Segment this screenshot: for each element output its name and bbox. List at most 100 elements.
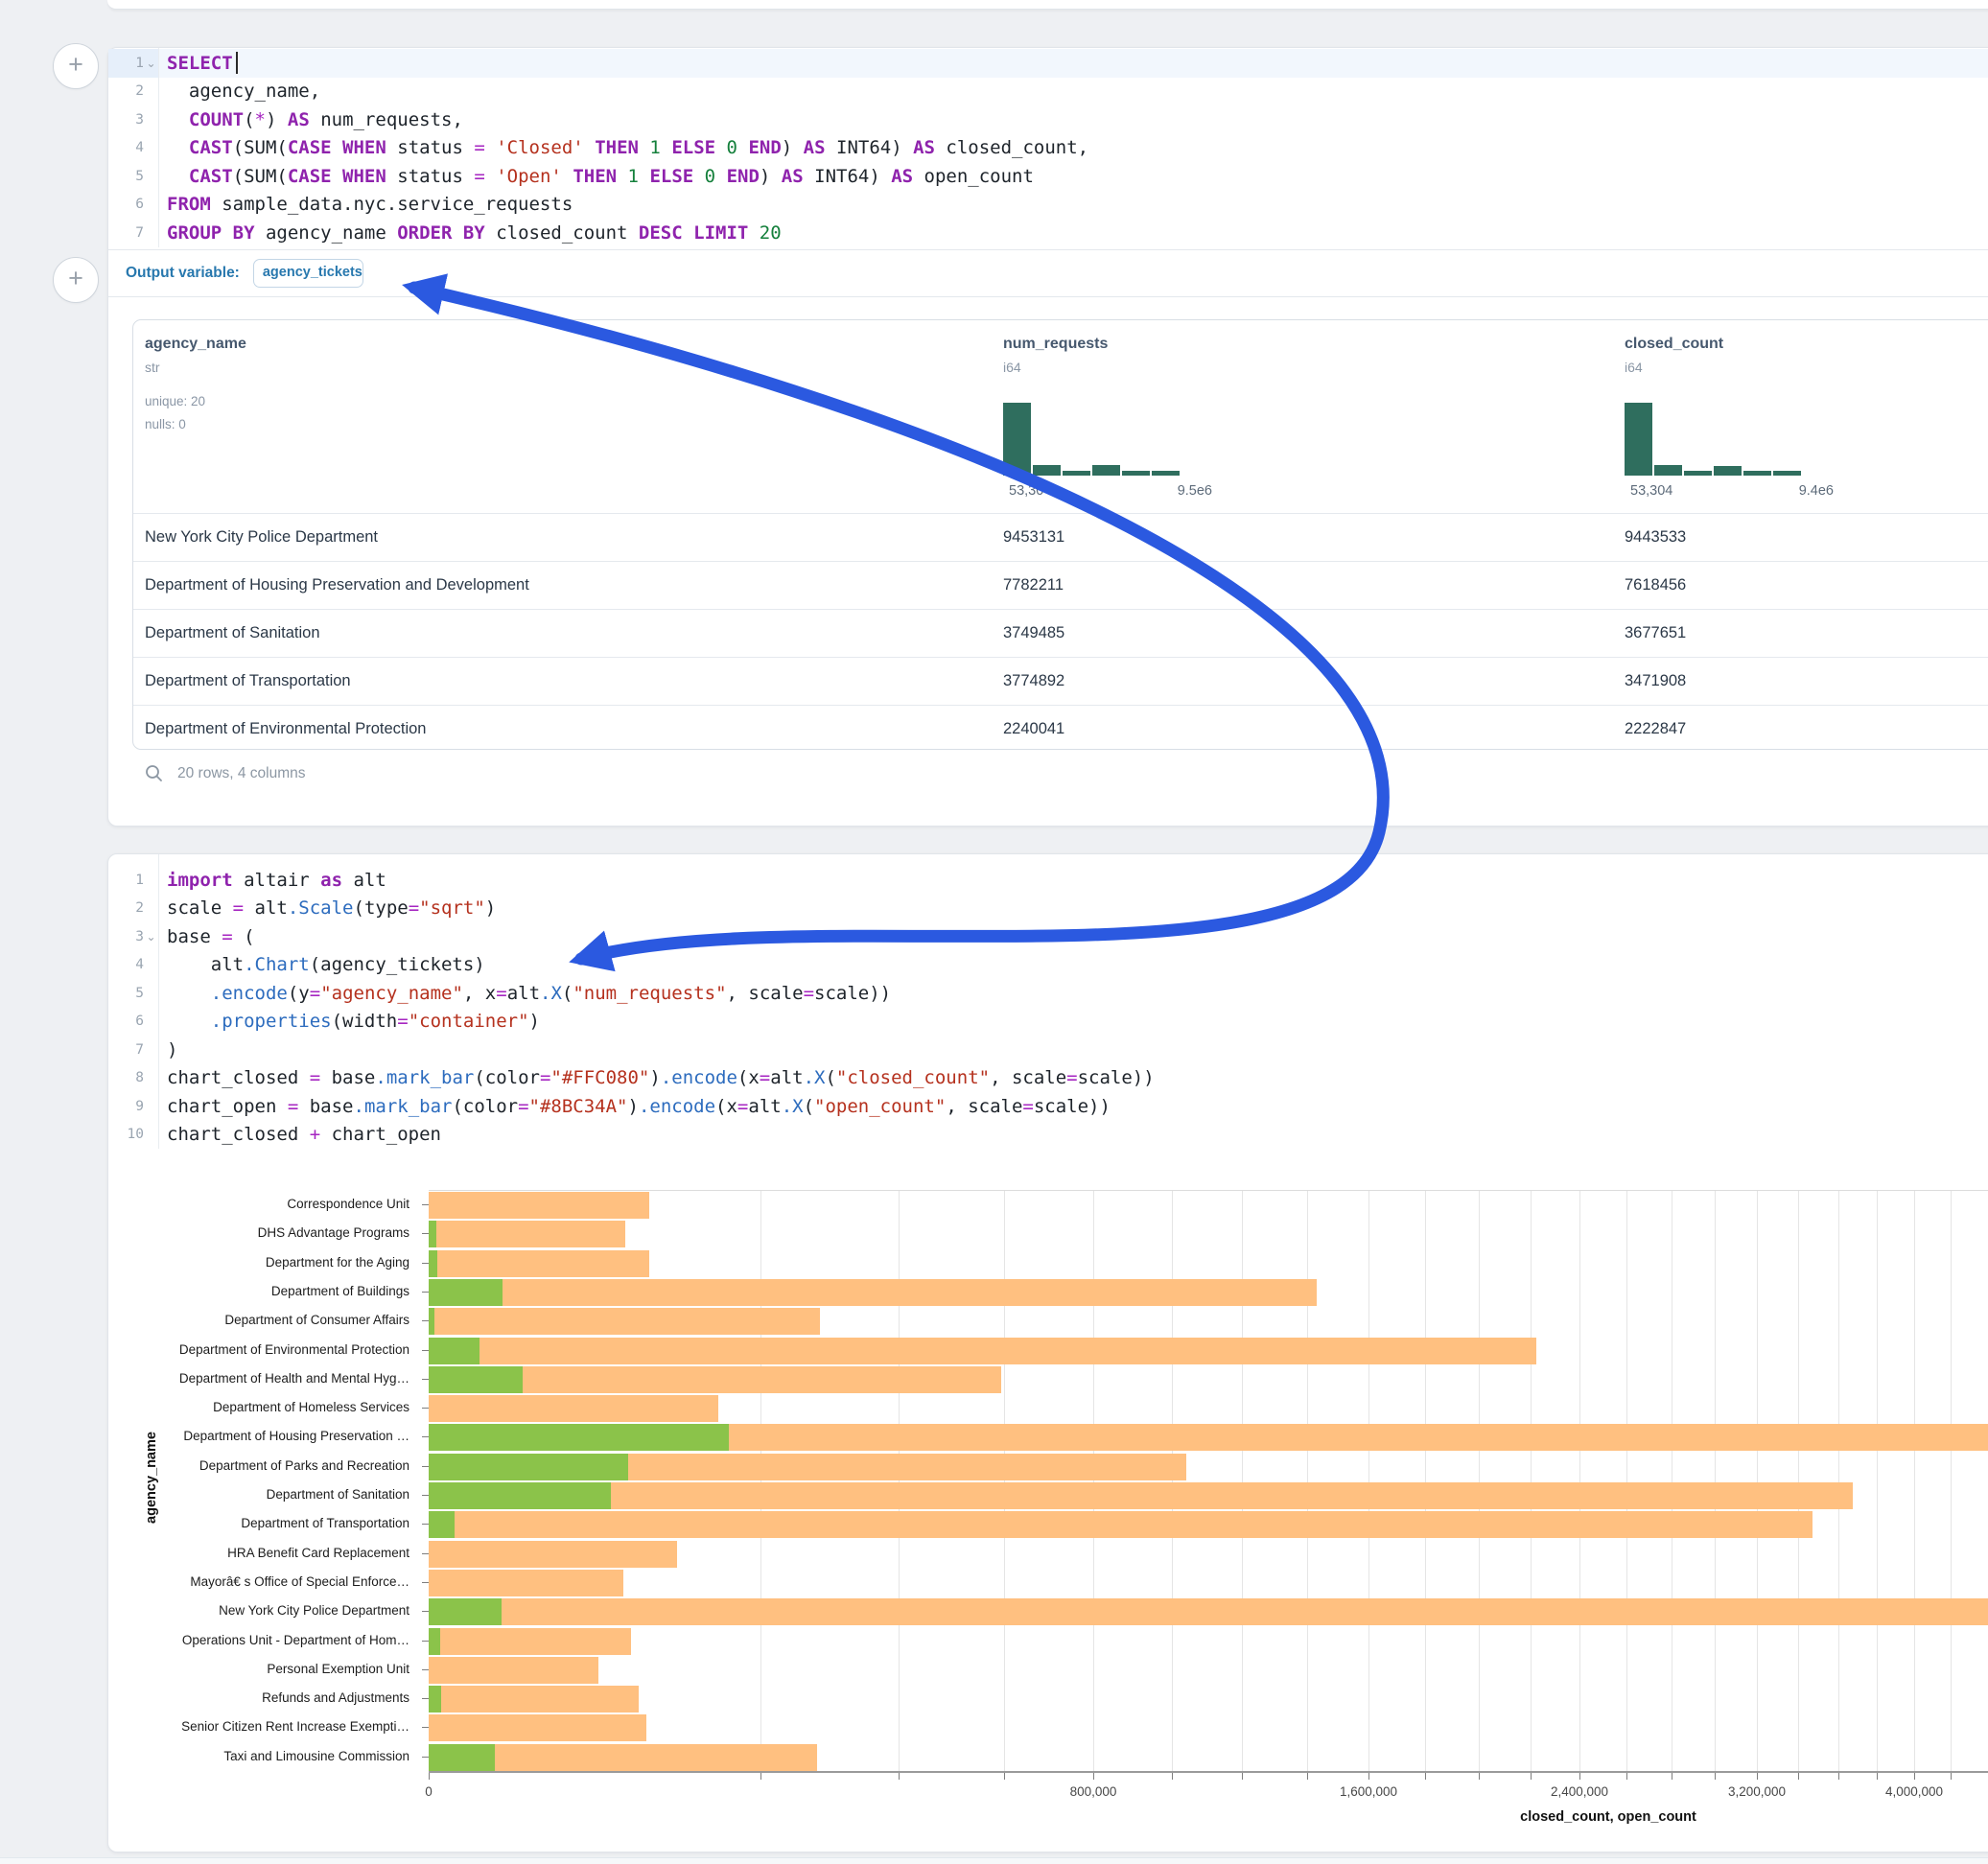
bar-open[interactable] — [429, 1366, 523, 1393]
table-row[interactable]: Department of Environmental Protection22… — [133, 705, 1988, 750]
bar-closed[interactable] — [429, 1221, 625, 1247]
line-number: 3⌄ — [108, 929, 158, 944]
category-label: Department of Parks and Recreation — [108, 1458, 409, 1473]
category-label: DHS Advantage Programs — [108, 1225, 409, 1240]
bar-closed[interactable] — [429, 1686, 639, 1713]
bar-open[interactable] — [429, 1628, 440, 1655]
bar-open[interactable] — [429, 1598, 502, 1625]
line-number: 2 — [108, 900, 158, 916]
bar-open[interactable] — [429, 1686, 441, 1713]
table-header: agency_name str unique: 20 nulls: 0 num_… — [133, 320, 1988, 513]
code-line[interactable]: 7) — [108, 1036, 1988, 1064]
category-label: Mayorâ€ s Office of Special Enforce… — [108, 1574, 409, 1589]
code-line[interactable]: 9chart_open = base.mark_bar(color="#8BC3… — [108, 1092, 1988, 1121]
sql-code-editor[interactable]: 1⌄SELECT2 agency_name,3 COUNT(*) AS num_… — [108, 48, 1988, 247]
bar-open[interactable] — [429, 1482, 611, 1509]
bar-open[interactable] — [429, 1338, 479, 1364]
fold-chevron-icon[interactable]: ⌄ — [144, 930, 158, 944]
code-line[interactable]: 3 COUNT(*) AS num_requests, — [108, 105, 1988, 134]
bar-closed[interactable] — [429, 1714, 646, 1741]
bar-closed[interactable] — [429, 1250, 649, 1277]
category-label: Senior Citizen Rent Increase Exempti… — [108, 1719, 409, 1734]
code-line[interactable]: 10chart_closed + chart_open — [108, 1121, 1988, 1150]
code-line[interactable]: 7GROUP BY agency_name ORDER BY closed_co… — [108, 219, 1988, 247]
column-header-closed-count[interactable]: closed_count i64 53,304 9.4e6 — [1625, 320, 1723, 375]
fold-chevron-icon[interactable]: ⌄ — [144, 57, 158, 70]
python-code-editor[interactable]: 1import altair as alt2scale = alt.Scale(… — [108, 854, 1988, 1149]
bar-closed[interactable] — [429, 1598, 1988, 1625]
x-axis-tick — [1798, 1773, 1799, 1780]
code-line[interactable]: 1⌄SELECT — [108, 49, 1988, 78]
y-axis-tick — [422, 1263, 429, 1264]
bar-closed[interactable] — [429, 1541, 677, 1568]
line-number: 8 — [108, 1070, 158, 1085]
line-number: 6 — [108, 1014, 158, 1029]
bar-closed[interactable] — [429, 1511, 1813, 1538]
column-header-num-requests[interactable]: num_requests i64 53,304 9.5e6 — [1003, 320, 1108, 375]
code-line[interactable]: 2 agency_name, — [108, 78, 1988, 106]
gridline — [1798, 1191, 1799, 1772]
code-line[interactable]: 5 .encode(y="agency_name", x=alt.X("num_… — [108, 979, 1988, 1008]
gridline — [899, 1191, 900, 1772]
code-line[interactable]: 8chart_closed = base.mark_bar(color="#FF… — [108, 1064, 1988, 1093]
line-number: 1 — [108, 873, 158, 888]
bar-open[interactable] — [429, 1221, 436, 1247]
table-row[interactable]: Department of Transportation377489234719… — [133, 657, 1988, 705]
y-axis-tick — [422, 1582, 429, 1583]
divider — [108, 296, 1988, 297]
category-label: Department of Homeless Services — [108, 1400, 409, 1414]
y-axis-tick — [422, 1350, 429, 1351]
code-line[interactable]: 1import altair as alt — [108, 866, 1988, 895]
divider — [108, 249, 1988, 250]
x-axis-tick — [1838, 1773, 1839, 1780]
line-number: 4 — [108, 140, 158, 155]
bar-closed[interactable] — [429, 1657, 598, 1684]
bar-open[interactable] — [429, 1250, 437, 1277]
bar-closed[interactable] — [429, 1192, 649, 1219]
x-axis-tick — [1425, 1773, 1426, 1780]
x-axis-tick — [1242, 1773, 1243, 1780]
bar-closed[interactable] — [429, 1308, 820, 1335]
bar-closed[interactable] — [429, 1482, 1853, 1509]
histogram-bar — [1152, 471, 1180, 476]
code-line[interactable]: 6FROM sample_data.nyc.service_requests — [108, 191, 1988, 220]
column-header-agency-name[interactable]: agency_name str unique: 20 nulls: 0 — [145, 320, 246, 436]
code-line[interactable]: 5 CAST(SUM(CASE WHEN status = 'Open' THE… — [108, 162, 1988, 191]
table-row[interactable]: Department of Housing Preservation and D… — [133, 561, 1988, 609]
bar-closed[interactable] — [429, 1628, 631, 1655]
histogram-bar — [1684, 471, 1712, 476]
line-number: 3 — [108, 112, 158, 128]
gridline — [1579, 1191, 1580, 1772]
code-line[interactable]: 4 CAST(SUM(CASE WHEN status = 'Closed' T… — [108, 134, 1988, 163]
add-cell-button[interactable]: + — [53, 43, 99, 89]
dataframe-preview: agency_name str unique: 20 nulls: 0 num_… — [132, 319, 1988, 750]
category-label: Correspondence Unit — [108, 1197, 409, 1211]
code-line[interactable]: 2scale = alt.Scale(type="sqrt") — [108, 895, 1988, 923]
bar-open[interactable] — [429, 1744, 495, 1771]
bar-open[interactable] — [429, 1308, 434, 1335]
bar-open[interactable] — [429, 1454, 628, 1480]
search-icon[interactable] — [145, 764, 163, 782]
line-number: 4 — [108, 957, 158, 972]
bar-open[interactable] — [429, 1424, 729, 1451]
table-row[interactable]: Department of Sanitation37494853677651 — [133, 609, 1988, 657]
table-row[interactable]: New York City Police Department945313194… — [133, 513, 1988, 561]
gridline — [1093, 1191, 1094, 1772]
gridline — [1877, 1191, 1878, 1772]
add-cell-button[interactable]: + — [53, 257, 99, 303]
x-axis-tick — [760, 1773, 761, 1780]
code-line[interactable]: 6 .properties(width="container") — [108, 1008, 1988, 1037]
bar-closed[interactable] — [429, 1279, 1317, 1306]
bar-open[interactable] — [429, 1279, 503, 1306]
category-label: HRA Benefit Card Replacement — [108, 1546, 409, 1560]
code-line[interactable]: 4 alt.Chart(agency_tickets) — [108, 951, 1988, 980]
output-variable-input[interactable]: agency_tickets — [253, 259, 363, 288]
bar-closed[interactable] — [429, 1338, 1536, 1364]
bar-closed[interactable] — [429, 1395, 718, 1422]
code-line[interactable]: 3⌄base = ( — [108, 922, 1988, 951]
bar-open[interactable] — [429, 1511, 455, 1538]
bar-closed[interactable] — [429, 1570, 623, 1596]
gridline — [1368, 1191, 1369, 1772]
cell-value: New York City Police Department — [145, 514, 378, 560]
cell-value: 9453131 — [1003, 514, 1064, 560]
